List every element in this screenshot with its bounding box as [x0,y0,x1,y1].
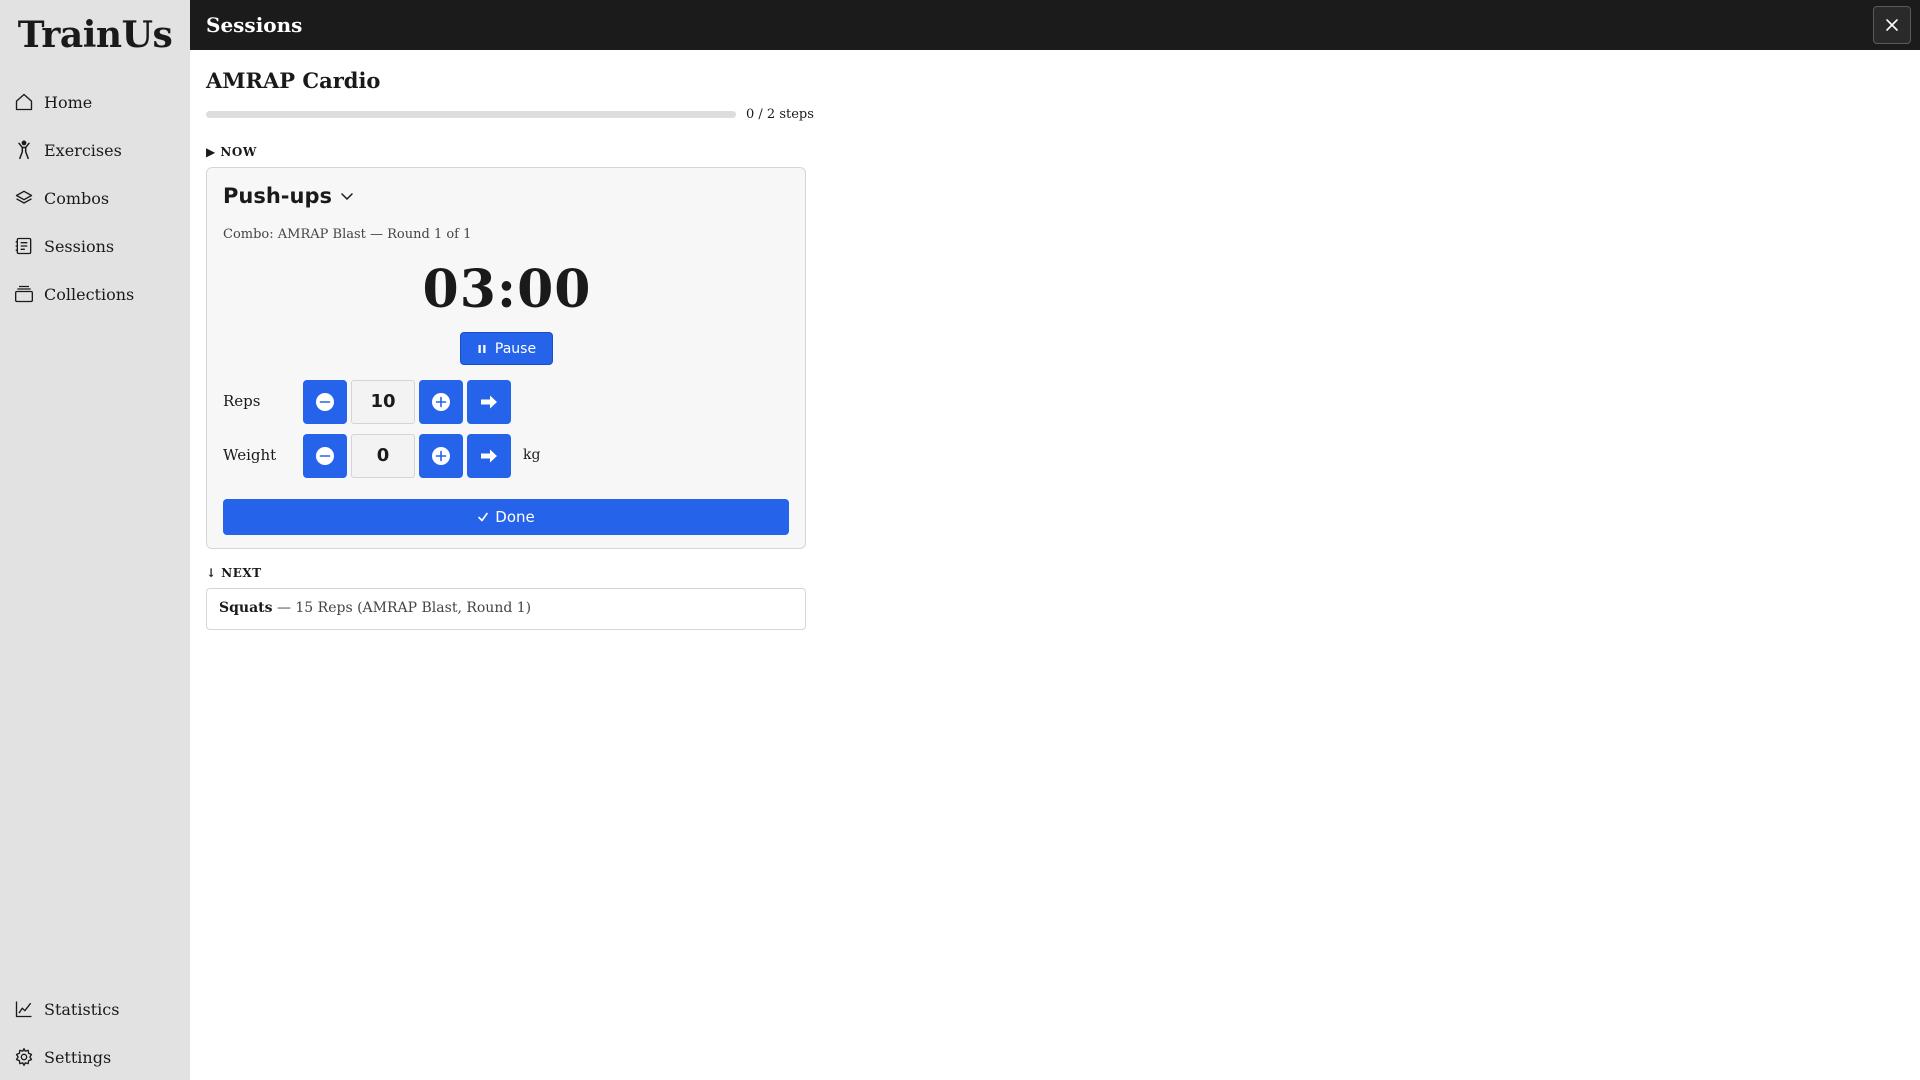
exercise-name: Push-ups [223,184,332,208]
sidebar-item-label: Exercises [44,140,122,160]
list-icon [15,237,32,255]
brand-logo[interactable]: TrainUs [0,14,190,56]
weight-unit: kg [523,447,541,463]
reps-decrement-button[interactable] [303,380,347,424]
close-icon [1886,19,1898,31]
person-icon [18,140,30,160]
next-exercise-name: Squats [219,600,273,616]
timer-display: 03:00 [422,259,592,320]
now-label: ▶ NOW [206,145,257,159]
stack-icon [15,285,33,303]
done-label: Done [495,508,535,526]
sidebar-item-settings[interactable]: Settings [0,1033,190,1080]
weight-control: Weight 0 kg [223,434,783,478]
layers-icon [15,190,33,204]
sidebar-item-label: Combos [44,188,110,208]
sidebar-item-label: Statistics [44,999,120,1019]
reps-input[interactable]: 10 [351,380,415,424]
sidebar: TrainUs Home Exercises Combos Sessions C… [0,0,190,1080]
arrow-right-icon [481,395,497,409]
home-icon [15,93,33,111]
session-progress-bar [206,111,736,118]
arrow-right-icon [481,449,497,463]
gear-icon [15,1048,33,1066]
weight-increment-button[interactable] [419,434,463,478]
weight-apply-button[interactable] [467,434,511,478]
pause-button[interactable]: Pause [460,332,553,365]
minus-circle-icon [316,393,334,411]
sidebar-nav: Home Exercises Combos Sessions Collectio… [0,78,190,318]
reps-control: Reps 10 [223,380,783,424]
sidebar-item-label: Home [44,92,93,112]
next-label: ↓ NEXT [206,566,262,580]
chevron-down-icon [341,193,353,201]
sidebar-item-exercises[interactable]: Exercises [0,126,190,174]
weight-label: Weight [223,446,277,464]
current-step-card: Push-ups Combo: AMRAP Blast — Round 1 of… [206,167,806,549]
sidebar-item-label: Collections [44,284,135,304]
sidebar-item-home[interactable]: Home [0,78,190,126]
next-exercise-detail: — 15 Reps (AMRAP Blast, Round 1) [272,600,532,616]
sidebar-nav-bottom: Statistics Settings [0,985,190,1080]
sidebar-item-sessions[interactable]: Sessions [0,222,190,270]
check-icon [478,512,489,522]
weight-input[interactable]: 0 [351,434,415,478]
next-step-card: Squats — 15 Reps (AMRAP Blast, Round 1) [206,588,806,630]
sidebar-item-label: Sessions [44,236,115,256]
pause-icon [478,344,486,353]
done-button[interactable]: Done [223,499,789,535]
exercise-dropdown[interactable]: Push-ups [223,184,354,208]
weight-decrement-button[interactable] [303,434,347,478]
top-bar: Sessions [190,0,1920,50]
plus-circle-icon [432,393,450,411]
reps-apply-button[interactable] [467,380,511,424]
close-button[interactable] [1873,6,1911,44]
sidebar-item-combos[interactable]: Combos [0,174,190,222]
reps-label: Reps [223,392,261,410]
pause-label: Pause [494,340,537,357]
session-progress-text: 0 / 2 steps [746,107,814,122]
sidebar-item-statistics[interactable]: Statistics [0,985,190,1033]
reps-increment-button[interactable] [419,380,463,424]
combo-info: Combo: AMRAP Blast — Round 1 of 1 [223,227,472,242]
plus-circle-icon [432,447,450,465]
minus-circle-icon [316,447,334,465]
sidebar-item-label: Settings [44,1047,112,1067]
chart-icon [15,1001,32,1018]
session-title: AMRAP Cardio [206,68,381,93]
sidebar-item-collections[interactable]: Collections [0,270,190,318]
page-title: Sessions [206,13,303,37]
